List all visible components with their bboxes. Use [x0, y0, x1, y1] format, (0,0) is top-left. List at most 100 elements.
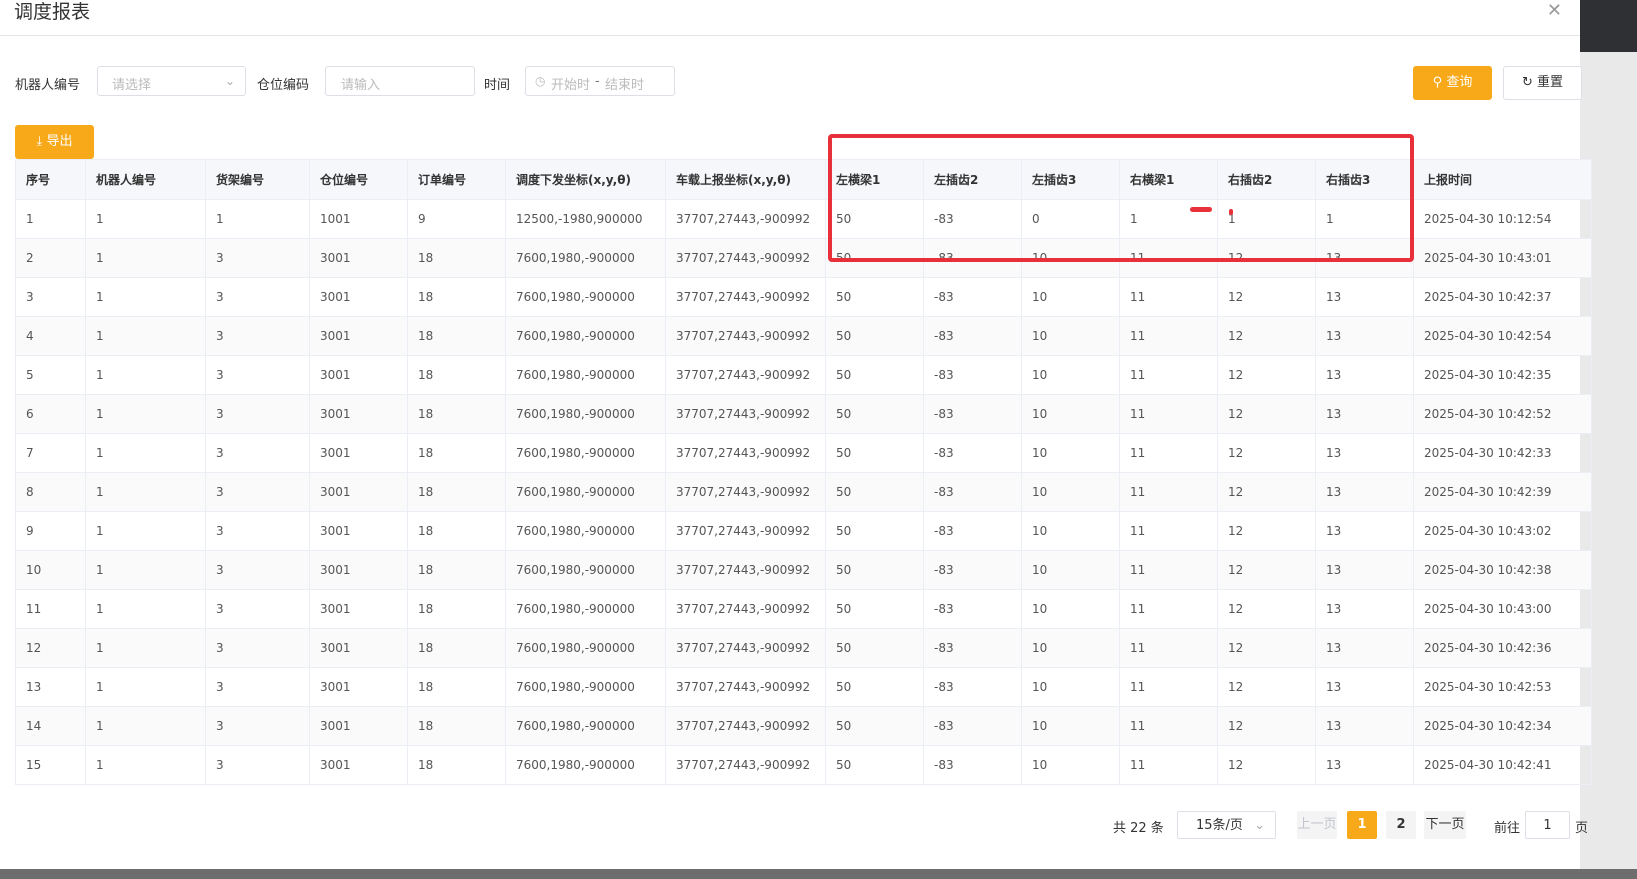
table-row[interactable]: 7 1 3 3001 18 7600,1980,-900000 37707,27443,-9…	[15, 433, 1592, 473]
table-row[interactable]: 5 1 3 3001 18 7600,1980,-900000 37707,27443,-9…	[15, 355, 1592, 395]
page-size-select[interactable]: 15条/页 ⌄	[1177, 811, 1276, 839]
table-cell: -83	[923, 628, 1022, 668]
export-button[interactable]: ⤓ 导出	[15, 125, 94, 159]
table-cell: -83	[923, 277, 1022, 317]
table-cell: 13	[15, 667, 86, 707]
table-cell: 11	[15, 589, 86, 629]
table-cell: 3001	[309, 472, 408, 512]
table-cell: 2025-04-30 10:42:53	[1413, 667, 1592, 707]
table-cell: 12	[1217, 550, 1316, 590]
table-row[interactable]: 11 1 3 3001 18 7600,1980,-900000 37707,27443,-…	[15, 589, 1592, 629]
table-cell: 2025-04-30 10:43:02	[1413, 511, 1592, 551]
table-cell: 3	[205, 667, 310, 707]
table-cell: 12	[1217, 589, 1316, 629]
table-cell: 18	[407, 589, 506, 629]
table-cell: 18	[407, 706, 506, 746]
robot-select-placeholder: 请选择	[112, 78, 152, 93]
column-header: 仓位编号	[309, 159, 408, 200]
table-cell: 3001	[309, 394, 408, 434]
table-cell: 2025-04-30 10:42:38	[1413, 550, 1592, 590]
query-button[interactable]: ⚲ 查询	[1413, 66, 1492, 100]
time-range-picker[interactable]: ◷ 开始时 - 结束时	[525, 66, 675, 96]
table-cell: 10	[1021, 667, 1120, 707]
table-row[interactable]: 3 1 3 3001 18 7600,1980,-900000 37707,27443,-9…	[15, 277, 1592, 317]
table-cell: 50	[825, 355, 924, 395]
table-cell: 1001	[309, 199, 408, 239]
table-cell: -83	[923, 472, 1022, 512]
table-cell: 13	[1315, 745, 1414, 785]
table-cell: 1	[85, 511, 206, 551]
goto-page-input[interactable]: 1	[1525, 811, 1570, 839]
table-row[interactable]: 12 1 3 3001 18 7600,1980,-900000 37707,27443,-…	[15, 628, 1592, 668]
robot-select[interactable]: 请选择 ⌄	[97, 66, 246, 96]
table-row[interactable]: 14 1 3 3001 18 7600,1980,-900000 37707,27443,-…	[15, 706, 1592, 746]
table-cell: 7	[15, 433, 86, 473]
table-cell: 37707,27443,-900992	[665, 394, 826, 434]
table-cell: 13	[1315, 706, 1414, 746]
chevron-down-icon: ⌄	[224, 74, 235, 88]
table-cell: 13	[1315, 433, 1414, 473]
table-cell: 3	[205, 238, 310, 278]
table-cell: 18	[407, 238, 506, 278]
table-cell: 7600,1980,-900000	[505, 316, 666, 356]
table-row[interactable]: 10 1 3 3001 18 7600,1980,-900000 37707,27443,-…	[15, 550, 1592, 590]
table-cell: 3	[205, 433, 310, 473]
table-cell: 50	[825, 550, 924, 590]
table-row[interactable]: 6 1 3 3001 18 7600,1980,-900000 37707,27443,-9…	[15, 394, 1592, 434]
table-cell: 13	[1315, 277, 1414, 317]
table-cell: 2025-04-30 10:42:37	[1413, 277, 1592, 317]
table-row[interactable]: 2 1 3 3001 18 7600,1980,-900000 37707,27443,-9…	[15, 238, 1592, 278]
table-cell: 2025-04-30 10:42:39	[1413, 472, 1592, 512]
report-dialog: 调度报表 ✕ 机器人编号 请选择 ⌄ 仓位编码 请输入 时间 ◷ 开始时 - 结…	[0, 0, 1592, 869]
table-row[interactable]: 15 1 3 3001 18 7600,1980,-900000 37707,27443,-…	[15, 745, 1592, 785]
table-cell: 13	[1315, 316, 1414, 356]
table-cell: 10	[1021, 589, 1120, 629]
table-cell: 8	[15, 472, 86, 512]
table-row[interactable]: 8 1 3 3001 18 7600,1980,-900000 37707,27443,-9…	[15, 472, 1592, 512]
table-cell: 50	[825, 238, 924, 278]
table-cell: 3	[205, 706, 310, 746]
table-cell: 15	[15, 745, 86, 785]
table-cell: 3	[205, 394, 310, 434]
page-1-button[interactable]: 1	[1347, 811, 1377, 839]
table-cell: 1	[85, 277, 206, 317]
close-icon[interactable]: ✕	[1547, 0, 1562, 21]
table-cell: -83	[923, 394, 1022, 434]
table-cell: 50	[825, 589, 924, 629]
table-row[interactable]: 1 1 1 1001 9 12500,-1980,900000 37707,27443,-9…	[15, 199, 1592, 239]
table-row[interactable]: 4 1 3 3001 18 7600,1980,-900000 37707,27443,-9…	[15, 316, 1592, 356]
table-cell: 2025-04-30 10:43:01	[1413, 238, 1592, 278]
prev-page-button[interactable]: 上一页	[1297, 811, 1337, 839]
table-cell: 2025-04-30 10:42:41	[1413, 745, 1592, 785]
table-cell: 7600,1980,-900000	[505, 277, 666, 317]
table-cell: 7600,1980,-900000	[505, 238, 666, 278]
table-cell: 18	[407, 667, 506, 707]
column-header: 左插齿2	[923, 159, 1022, 200]
goto-label: 前往	[1494, 821, 1521, 836]
table-cell: 18	[407, 355, 506, 395]
table-row[interactable]: 13 1 3 3001 18 7600,1980,-900000 37707,27443,-…	[15, 667, 1592, 707]
table-cell: 1	[85, 706, 206, 746]
table-cell: 10	[1021, 394, 1120, 434]
table-cell: 3001	[309, 277, 408, 317]
table-cell: 2025-04-30 10:42:35	[1413, 355, 1592, 395]
table-cell: 10	[1021, 628, 1120, 668]
clock-icon: ◷	[535, 74, 546, 88]
table-cell: 11	[1119, 667, 1218, 707]
table-cell: 2025-04-30 10:42:34	[1413, 706, 1592, 746]
table-cell: 3001	[309, 511, 408, 551]
table-cell: 2025-04-30 10:42:54	[1413, 316, 1592, 356]
table-cell: 50	[825, 394, 924, 434]
table-cell: 1	[205, 199, 310, 239]
table-cell: 10	[1021, 238, 1120, 278]
table-cell: 3	[205, 628, 310, 668]
location-input[interactable]: 请输入	[325, 66, 475, 96]
export-button-label: 导出	[46, 134, 73, 149]
table-cell: 37707,27443,-900992	[665, 706, 826, 746]
table-row[interactable]: 9 1 3 3001 18 7600,1980,-900000 37707,27443,-9…	[15, 511, 1592, 551]
page-2-button[interactable]: 2	[1386, 811, 1416, 839]
table-cell: 50	[825, 472, 924, 512]
next-page-button[interactable]: 下一页	[1424, 811, 1466, 839]
reset-button[interactable]: ↻ 重置	[1503, 66, 1582, 100]
table-cell: 37707,27443,-900992	[665, 667, 826, 707]
